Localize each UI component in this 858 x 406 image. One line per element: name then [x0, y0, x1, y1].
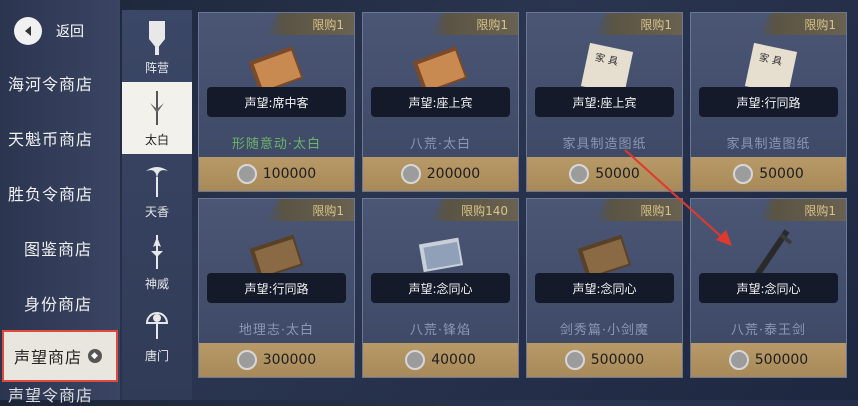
shop-item-label: 声望商店 [14, 348, 83, 367]
shop-item-reputation-token[interactable]: 声望令商店 [0, 382, 120, 406]
coin-icon [733, 164, 754, 184]
faction-tab-camp[interactable]: 阵营 [122, 10, 192, 82]
shop-item-card[interactable]: 限购1 家 具 声望:行同路 家具制造图纸 50000 [690, 12, 847, 192]
shop-list: 海河令商店 天魁币商店 胜负令商店 图鉴商店 身份商店 声望商店 ◆ 声望令商店 [0, 55, 120, 406]
purchase-limit-badge: 限购1 [594, 199, 682, 221]
faction-tab-shenwei[interactable]: 神威 [122, 226, 192, 298]
faction-tab-taibai[interactable]: 太白 [122, 82, 192, 154]
purchase-limit-badge: 限购140 [430, 199, 518, 221]
shop-item-card[interactable]: 限购1 声望:座上宾 八荒·太白 200000 [362, 12, 519, 192]
tianxiang-emblem-icon [146, 166, 168, 197]
item-name: 地理志·太白 [238, 322, 315, 338]
shop-item-label: 图鉴商店 [24, 239, 93, 259]
reputation-requirement: 声望:行同路 [207, 273, 346, 303]
purchase-limit-badge: 限购1 [266, 199, 354, 221]
price-button[interactable]: 100000 [199, 157, 354, 191]
reputation-requirement: 声望:念同心 [371, 273, 510, 303]
purchase-limit-badge: 限购1 [430, 13, 518, 35]
item-name: 八荒·泰王剑 [730, 322, 807, 338]
item-name: 八荒·太白 [409, 136, 472, 152]
price-value: 500000 [590, 352, 645, 368]
reputation-requirement: 声望:念同心 [699, 273, 838, 303]
shop-item-label: 海河令商店 [8, 74, 94, 94]
price-button[interactable]: 500000 [691, 343, 846, 377]
purchase-limit-badge: 限购1 [266, 13, 354, 35]
faction-tabs: 阵营 太白 天香 神威 唐门 [122, 10, 192, 400]
shop-item-label: 胜负令商店 [8, 184, 94, 204]
price-value: 50000 [759, 166, 804, 182]
faction-label: 天香 [144, 204, 169, 219]
coin-icon [400, 164, 421, 184]
price-value: 500000 [754, 352, 809, 368]
faction-tab-tianxiang[interactable]: 天香 [122, 154, 192, 226]
back-label: 返回 [56, 24, 84, 40]
item-name: 家具制造图纸 [726, 136, 811, 152]
shop-item-label: 身份商店 [24, 294, 93, 314]
reputation-requirement: 声望:座上宾 [535, 87, 674, 117]
faction-label: 唐门 [144, 348, 169, 363]
coin-icon [564, 350, 585, 370]
shop-item-card[interactable]: 限购1 家 具 声望:座上宾 家具制造图纸 50000 [526, 12, 683, 192]
price-value: 200000 [426, 166, 481, 182]
item-name: 家具制造图纸 [562, 136, 647, 152]
reputation-requirement: 声望:念同心 [535, 273, 674, 303]
back-arrow-icon [14, 17, 42, 45]
item-name: 剑秀篇·小剑魔 [559, 322, 650, 338]
coin-icon [236, 164, 257, 184]
purchase-limit-badge: 限购1 [758, 199, 846, 221]
shop-item-card[interactable]: 限购1 声望:念同心 剑秀篇·小剑魔 500000 [526, 198, 683, 378]
back-button[interactable]: 返回 [14, 14, 114, 48]
shop-item-identity[interactable]: 身份商店 [0, 275, 120, 330]
shop-item-tujian[interactable]: 图鉴商店 [0, 220, 120, 275]
reputation-requirement: 声望:行同路 [699, 87, 838, 117]
shop-item-label: 天魁币商店 [8, 129, 94, 149]
price-value: 300000 [262, 352, 317, 368]
price-button[interactable]: 500000 [527, 343, 682, 377]
item-name: 八荒·锋焰 [409, 322, 472, 338]
shop-sidebar: 返回 海河令商店 天魁币商店 胜负令商店 图鉴商店 身份商店 声望商店 ◆ 声望… [0, 0, 120, 405]
coin-icon [569, 164, 590, 184]
reputation-requirement: 声望:席中客 [207, 87, 346, 117]
price-button[interactable]: 300000 [199, 343, 354, 377]
shop-item-tiankui[interactable]: 天魁币商店 [0, 110, 120, 165]
shop-item-reputation[interactable]: 声望商店 ◆ [2, 330, 118, 382]
price-button[interactable]: 200000 [363, 157, 518, 191]
price-value: 100000 [262, 166, 317, 182]
shop-item-haihe[interactable]: 海河令商店 [0, 55, 120, 110]
price-button[interactable]: 50000 [691, 157, 846, 191]
coin-icon [236, 350, 257, 370]
shop-item-label: 声望令商店 [8, 386, 94, 405]
selected-gem-icon: ◆ [88, 349, 103, 363]
faction-label: 神威 [144, 276, 169, 291]
purchase-limit-badge: 限购1 [594, 13, 682, 35]
shop-item-shengfu[interactable]: 胜负令商店 [0, 165, 120, 220]
shop-item-card[interactable]: 限购140 声望:念同心 八荒·锋焰 40000 [362, 198, 519, 378]
shop-item-card[interactable]: 限购1 声望:念同心 八荒·泰王剑 500000 [690, 198, 847, 378]
item-name: 形随意动·太白 [231, 136, 322, 152]
coin-icon [405, 350, 426, 370]
reputation-requirement: 声望:座上宾 [371, 87, 510, 117]
shop-item-card[interactable]: 限购1 声望:行同路 地理志·太白 300000 [198, 198, 355, 378]
taibai-sword-icon [150, 90, 164, 125]
price-value: 40000 [431, 352, 476, 368]
coin-icon [728, 350, 749, 370]
faction-label: 阵营 [144, 60, 169, 75]
price-button[interactable]: 50000 [527, 157, 682, 191]
faction-tab-tangmen[interactable]: 唐门 [122, 298, 192, 370]
faction-label: 太白 [144, 132, 169, 147]
shop-item-card[interactable]: 限购1 声望:席中客 形随意动·太白 100000 [198, 12, 355, 192]
camp-emblem-icon [149, 20, 165, 55]
shenwei-spear-icon [151, 234, 163, 269]
price-value: 50000 [595, 166, 640, 182]
purchase-limit-badge: 限购1 [758, 13, 846, 35]
tangmen-fan-icon [145, 311, 169, 339]
price-button[interactable]: 40000 [363, 343, 518, 377]
